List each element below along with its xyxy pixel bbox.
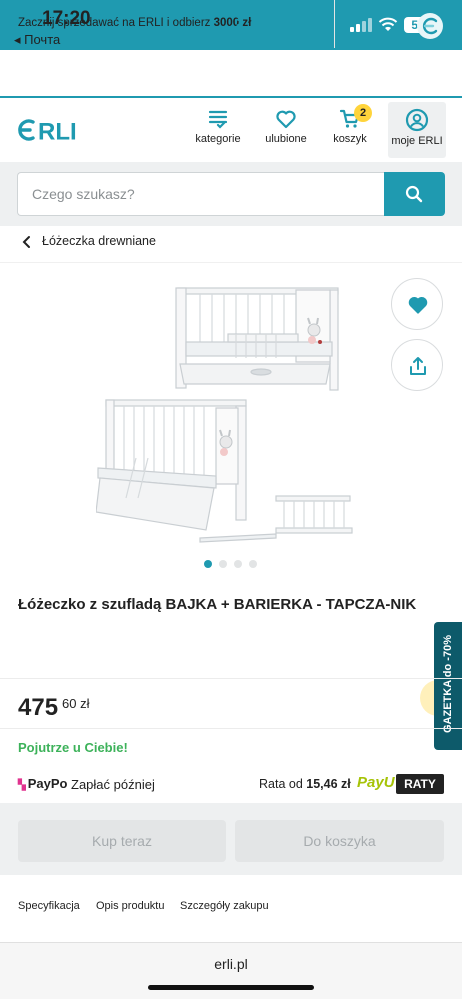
promo-divider (334, 0, 335, 48)
installment-prefix: Rata od (259, 777, 307, 791)
nav-kategorie[interactable]: kategorie (190, 104, 246, 158)
breadcrumb-label[interactable]: Łóżeczka drewniane (42, 234, 156, 248)
nav-kategorie-label: kategorie (195, 133, 241, 145)
search-icon (405, 185, 423, 203)
signal-icon (350, 18, 372, 32)
heart-filled-icon (408, 297, 428, 314)
share-button[interactable] (391, 339, 443, 391)
chevron-left-icon[interactable] (22, 234, 32, 250)
gallery-dot[interactable] (234, 560, 242, 568)
installment-text[interactable]: Rata od 15,46 zł (259, 777, 351, 791)
tab-szczegoly-zakupu[interactable]: Szczegóły zakupu (180, 900, 269, 912)
list-icon (208, 110, 228, 129)
user-icon (405, 108, 429, 132)
back-to-app-link[interactable]: ◂ Почта (14, 32, 60, 48)
paypo-mark-icon: ▚ (18, 780, 26, 791)
payu-logo: PayU (357, 774, 395, 791)
nav-moje-erli-label: moje ERLI (391, 135, 443, 147)
buy-now-button[interactable]: Kup teraz (18, 820, 226, 862)
barrier-drawing (199, 495, 353, 543)
promo-text[interactable]: Zacznij sprzedawać na ERLI i odbierz 300… (18, 17, 251, 29)
paypo-logo[interactable]: ▚ PayPo (18, 776, 67, 791)
home-indicator[interactable] (148, 985, 314, 990)
divider (0, 678, 462, 679)
share-icon (410, 357, 426, 375)
divider (0, 728, 462, 729)
erli-logo[interactable]: RLI (16, 116, 88, 144)
promo-amount: 3000 zł (213, 17, 252, 29)
favorite-button[interactable] (391, 278, 443, 330)
gallery-dot-active[interactable] (204, 560, 212, 568)
nav-ulubione-label: ulubione (265, 133, 307, 145)
tab-specyfikacja[interactable]: Specyfikacja (18, 900, 80, 912)
installment-amount: 15,46 zł (306, 777, 351, 791)
svg-text:RLI: RLI (38, 119, 77, 145)
erli-e-logo-icon[interactable] (416, 12, 444, 40)
wifi-icon (378, 17, 398, 31)
nav-moje-erli[interactable]: moje ERLI (388, 102, 446, 158)
paypo-logo-text: PayPo (27, 776, 68, 791)
chevron-right-icon[interactable]: > (236, 14, 244, 30)
gallery-dot[interactable] (219, 560, 227, 568)
nav-koszyk-label: koszyk (333, 133, 367, 145)
product-image[interactable] (96, 272, 362, 550)
gazetka-side-tab[interactable]: GAZETKA do -70% (434, 622, 462, 750)
add-to-cart-button[interactable]: Do koszyka (235, 820, 444, 862)
search-input[interactable] (17, 172, 385, 216)
search-button[interactable] (384, 172, 445, 216)
promo-text-main: Zacznij sprzedawać na ERLI i odbierz (18, 17, 214, 29)
product-title: Łóżeczko z szufladą BAJKA + BARIERKA - T… (18, 596, 417, 613)
promo-banner[interactable] (0, 50, 462, 98)
heart-icon (276, 110, 296, 129)
tab-opis-produktu[interactable]: Opis produktu (96, 900, 164, 912)
delivery-info: Pojutrze u Ciebie! (18, 740, 128, 755)
price-main: 475 (18, 694, 59, 721)
crib-drawing-bottom (96, 399, 247, 531)
price-fraction: 60 zł (62, 696, 90, 711)
cart-count-badge: 2 (354, 104, 372, 122)
gallery-dot[interactable] (249, 560, 257, 568)
raty-badge[interactable]: RATY (396, 774, 444, 794)
browser-url[interactable]: erli.pl (0, 956, 462, 972)
paypo-text[interactable]: Zapłać później (71, 777, 155, 792)
nav-ulubione[interactable]: ulubione (258, 104, 314, 158)
